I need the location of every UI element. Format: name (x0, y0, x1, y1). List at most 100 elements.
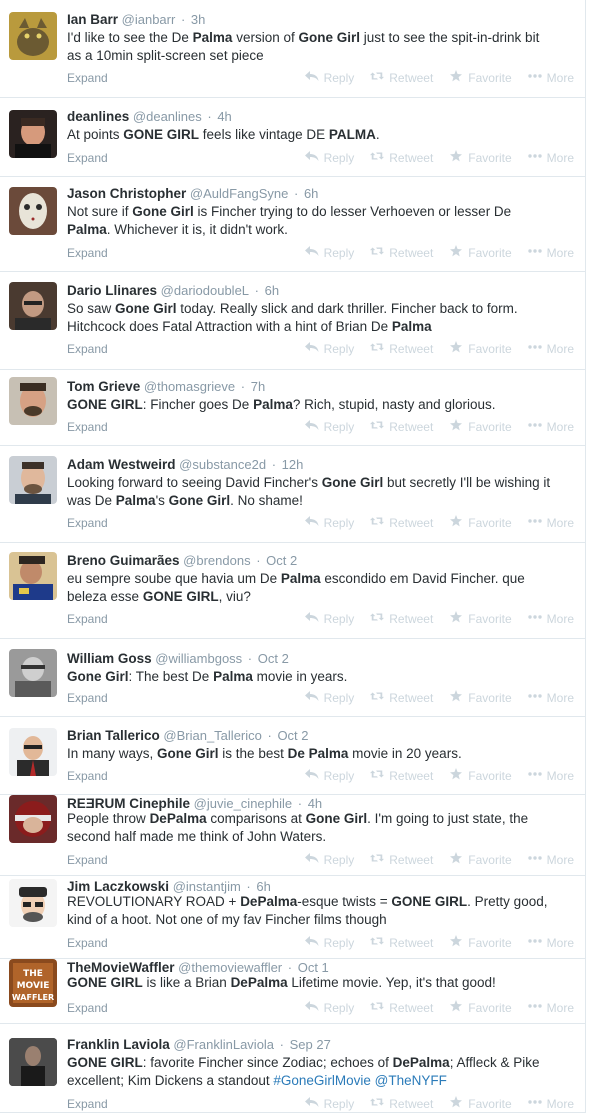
favorite-button[interactable]: Favorite (449, 515, 512, 531)
expand-link[interactable]: Expand (67, 690, 108, 706)
tweet-item[interactable]: Adam Westweird @substance2d · 12h Looking… (0, 446, 586, 543)
avatar[interactable] (9, 795, 57, 843)
username[interactable]: @themoviewaffler (178, 960, 282, 975)
retweet-button[interactable]: Retweet (370, 419, 433, 435)
retweet-button[interactable]: Retweet (370, 1096, 433, 1112)
timestamp[interactable]: 3h (191, 12, 205, 27)
more-button[interactable]: More (527, 1096, 574, 1112)
more-button[interactable]: More (527, 515, 574, 531)
username[interactable]: @brendons (183, 553, 250, 568)
reply-button[interactable]: Reply (304, 245, 354, 261)
avatar[interactable] (9, 552, 57, 600)
timestamp[interactable]: 4h (217, 109, 231, 124)
reply-button[interactable]: Reply (304, 1000, 354, 1016)
timestamp[interactable]: Sep 27 (290, 1037, 331, 1052)
expand-link[interactable]: Expand (67, 341, 108, 357)
reply-button[interactable]: Reply (304, 1096, 354, 1112)
timestamp[interactable]: Oct 2 (277, 728, 308, 743)
fullname[interactable]: Franklin Laviola (67, 1037, 170, 1052)
reply-button[interactable]: Reply (304, 690, 354, 706)
reply-button[interactable]: Reply (304, 768, 354, 784)
more-button[interactable]: More (527, 245, 574, 261)
fullname[interactable]: Jason Christopher (67, 186, 186, 201)
username[interactable]: @juvie_cinephile (194, 796, 292, 811)
timestamp[interactable]: 6h (265, 283, 279, 298)
timestamp[interactable]: Oct 2 (258, 651, 289, 666)
more-button[interactable]: More (527, 341, 574, 357)
tweet-item[interactable]: Jim Laczkowski @instantjim · 6h REVOLUTIO… (0, 876, 586, 959)
tweet-item[interactable]: deanlines @deanlines · 4h At points GONE … (0, 98, 586, 177)
expand-link[interactable]: Expand (67, 245, 108, 261)
fullname[interactable]: Jim Laczkowski (67, 879, 169, 894)
expand-link[interactable]: Expand (67, 768, 108, 784)
more-button[interactable]: More (527, 690, 574, 706)
favorite-button[interactable]: Favorite (449, 768, 512, 784)
hashtag-link[interactable]: #GoneGirlMovie @TheNYFF (273, 1073, 447, 1088)
favorite-button[interactable]: Favorite (449, 690, 512, 706)
tweet-item[interactable]: Dario Llinares @dariodoubleL · 6h So saw … (0, 272, 586, 370)
retweet-button[interactable]: Retweet (370, 611, 433, 627)
expand-link[interactable]: Expand (67, 1096, 108, 1112)
expand-link[interactable]: Expand (67, 1000, 108, 1016)
fullname[interactable]: Breno Guimarães (67, 553, 180, 568)
timestamp[interactable]: Oct 2 (266, 553, 297, 568)
tweet-item[interactable]: Jason Christopher @AuldFangSyne · 6h Not … (0, 177, 586, 272)
expand-link[interactable]: Expand (67, 852, 108, 868)
avatar[interactable] (9, 879, 57, 927)
more-button[interactable]: More (527, 768, 574, 784)
username[interactable]: @thomasgrieve (144, 379, 235, 394)
reply-button[interactable]: Reply (304, 611, 354, 627)
avatar[interactable] (9, 728, 57, 776)
fullname[interactable]: Dario Llinares (67, 283, 157, 298)
favorite-button[interactable]: Favorite (449, 852, 512, 868)
reply-button[interactable]: Reply (304, 935, 354, 951)
retweet-button[interactable]: Retweet (370, 341, 433, 357)
username[interactable]: @williambgoss (155, 651, 242, 666)
tweet-item[interactable]: THE MOVIE WAFFLER TheMovieWaffler @themovie… (0, 959, 586, 1024)
retweet-button[interactable]: Retweet (370, 70, 433, 86)
retweet-button[interactable]: Retweet (370, 690, 433, 706)
tweet-item[interactable]: Ian Barr @ianbarr · 3h I'd like to see th… (0, 0, 586, 98)
tweet-item[interactable]: William Goss @williambgoss · Oct 2 Gone G… (0, 639, 586, 717)
avatar[interactable] (9, 282, 57, 330)
more-button[interactable]: More (527, 419, 574, 435)
fullname[interactable]: REƎRUM Cinephile (67, 796, 190, 811)
username[interactable]: @ianbarr (122, 12, 176, 27)
retweet-button[interactable]: Retweet (370, 1000, 433, 1016)
favorite-button[interactable]: Favorite (449, 935, 512, 951)
timestamp[interactable]: 6h (304, 186, 318, 201)
avatar[interactable] (9, 12, 57, 60)
timestamp[interactable]: 4h (308, 796, 322, 811)
more-button[interactable]: More (527, 852, 574, 868)
more-button[interactable]: More (527, 150, 574, 166)
expand-link[interactable]: Expand (67, 150, 108, 166)
avatar[interactable] (9, 1038, 57, 1086)
more-button[interactable]: More (527, 1000, 574, 1016)
fullname[interactable]: deanlines (67, 109, 129, 124)
retweet-button[interactable]: Retweet (370, 515, 433, 531)
avatar[interactable] (9, 377, 57, 425)
reply-button[interactable]: Reply (304, 419, 354, 435)
more-button[interactable]: More (527, 935, 574, 951)
favorite-button[interactable]: Favorite (449, 70, 512, 86)
tweet-item[interactable]: Breno Guimarães @brendons · Oct 2 eu semp… (0, 543, 586, 639)
tweet-item[interactable]: Franklin Laviola @FranklinLaviola · Sep … (0, 1024, 586, 1113)
username[interactable]: @instantjim (173, 879, 241, 894)
favorite-button[interactable]: Favorite (449, 341, 512, 357)
expand-link[interactable]: Expand (67, 515, 108, 531)
retweet-button[interactable]: Retweet (370, 150, 433, 166)
fullname[interactable]: TheMovieWaffler (67, 960, 175, 975)
username[interactable]: @substance2d (179, 457, 266, 472)
retweet-button[interactable]: Retweet (370, 935, 433, 951)
tweet-item[interactable]: Tom Grieve @thomasgrieve · 7h GONE GIRL: … (0, 370, 586, 446)
reply-button[interactable]: Reply (304, 150, 354, 166)
timestamp[interactable]: 12h (282, 457, 304, 472)
expand-link[interactable]: Expand (67, 935, 108, 951)
timestamp[interactable]: 6h (256, 879, 270, 894)
favorite-button[interactable]: Favorite (449, 1000, 512, 1016)
tweet-item[interactable]: Brian Tallerico @Brian_Tallerico · Oct 2… (0, 717, 586, 795)
username[interactable]: @deanlines (133, 109, 202, 124)
avatar[interactable] (9, 649, 57, 697)
favorite-button[interactable]: Favorite (449, 611, 512, 627)
retweet-button[interactable]: Retweet (370, 852, 433, 868)
